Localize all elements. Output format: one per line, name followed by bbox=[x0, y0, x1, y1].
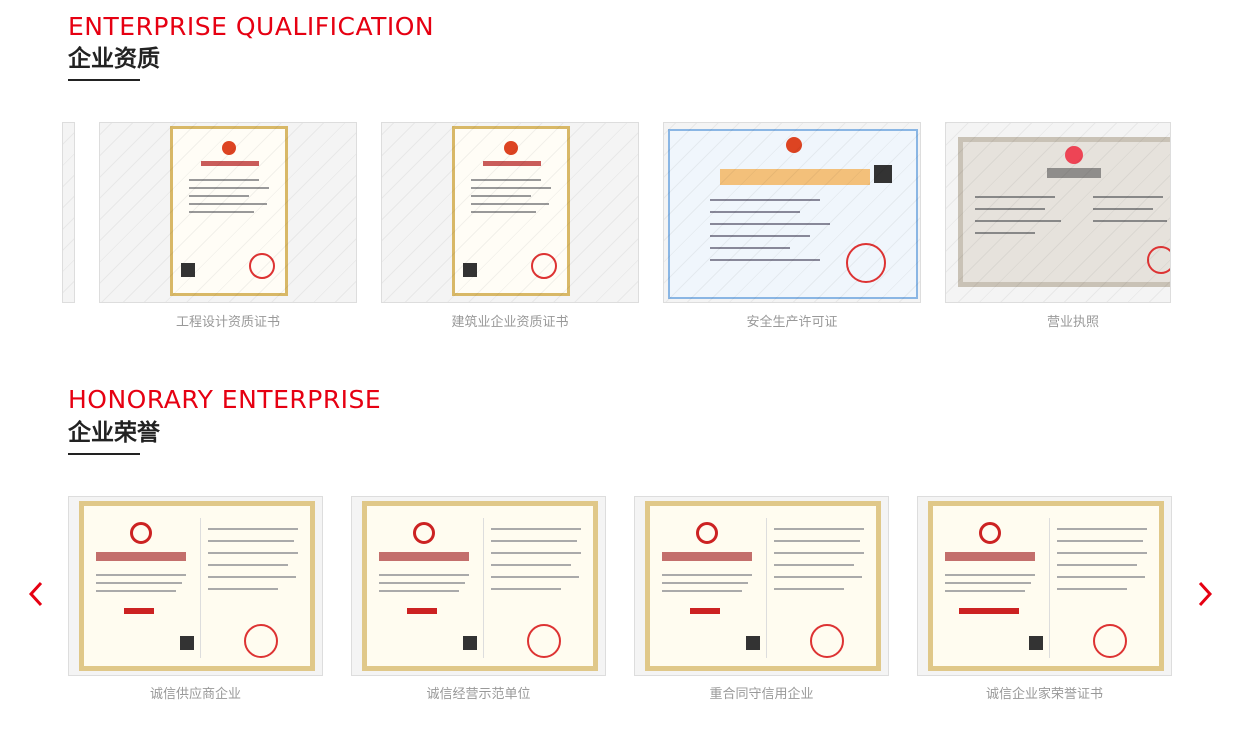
honor-card-entrepreneur[interactable] bbox=[917, 496, 1172, 676]
cert-caption: 安全生产许可证 bbox=[746, 315, 838, 330]
cert-image bbox=[668, 129, 918, 299]
honor-caption: 诚信企业家荣誉证书 bbox=[985, 687, 1103, 702]
cert-image bbox=[958, 137, 1170, 287]
honor-image bbox=[362, 501, 598, 671]
cert-card-design[interactable] bbox=[99, 122, 357, 303]
cert-caption: 营业执照 bbox=[1046, 315, 1099, 330]
carousel-prev-button[interactable] bbox=[25, 580, 49, 608]
honor-image bbox=[928, 501, 1164, 671]
chevron-right-icon bbox=[1198, 581, 1213, 607]
honor-image bbox=[79, 501, 315, 671]
cert-card-construction[interactable] bbox=[381, 122, 639, 303]
cert-card-safety[interactable] bbox=[663, 122, 921, 303]
carousel-next-button[interactable] bbox=[1192, 580, 1216, 608]
chevron-left-icon bbox=[28, 581, 43, 607]
qualification-title-en: ENTERPRISE QUALIFICATION bbox=[68, 12, 435, 41]
cert-card-partial[interactable] bbox=[62, 122, 75, 303]
honor-title-cn: 企业荣誉 bbox=[68, 420, 160, 446]
honor-caption: 诚信经营示范单位 bbox=[426, 687, 531, 702]
cert-image bbox=[452, 126, 570, 296]
honor-title-underline bbox=[68, 453, 140, 455]
honor-caption: 重合同守信用企业 bbox=[709, 687, 814, 702]
cert-caption: 建筑业企业资质证书 bbox=[451, 315, 569, 330]
honor-image bbox=[645, 501, 881, 671]
cert-card-license[interactable] bbox=[945, 122, 1171, 303]
honor-title-en: HONORARY ENTERPRISE bbox=[68, 385, 382, 414]
qualification-title-underline bbox=[68, 79, 140, 81]
qualification-title-cn: 企业资质 bbox=[68, 46, 160, 72]
honor-card-supplier[interactable] bbox=[68, 496, 323, 676]
honor-card-contract[interactable] bbox=[634, 496, 889, 676]
honor-card-model-unit[interactable] bbox=[351, 496, 606, 676]
cert-caption: 工程设计资质证书 bbox=[175, 315, 280, 330]
cert-image bbox=[170, 126, 288, 296]
honor-caption: 诚信供应商企业 bbox=[149, 687, 241, 702]
